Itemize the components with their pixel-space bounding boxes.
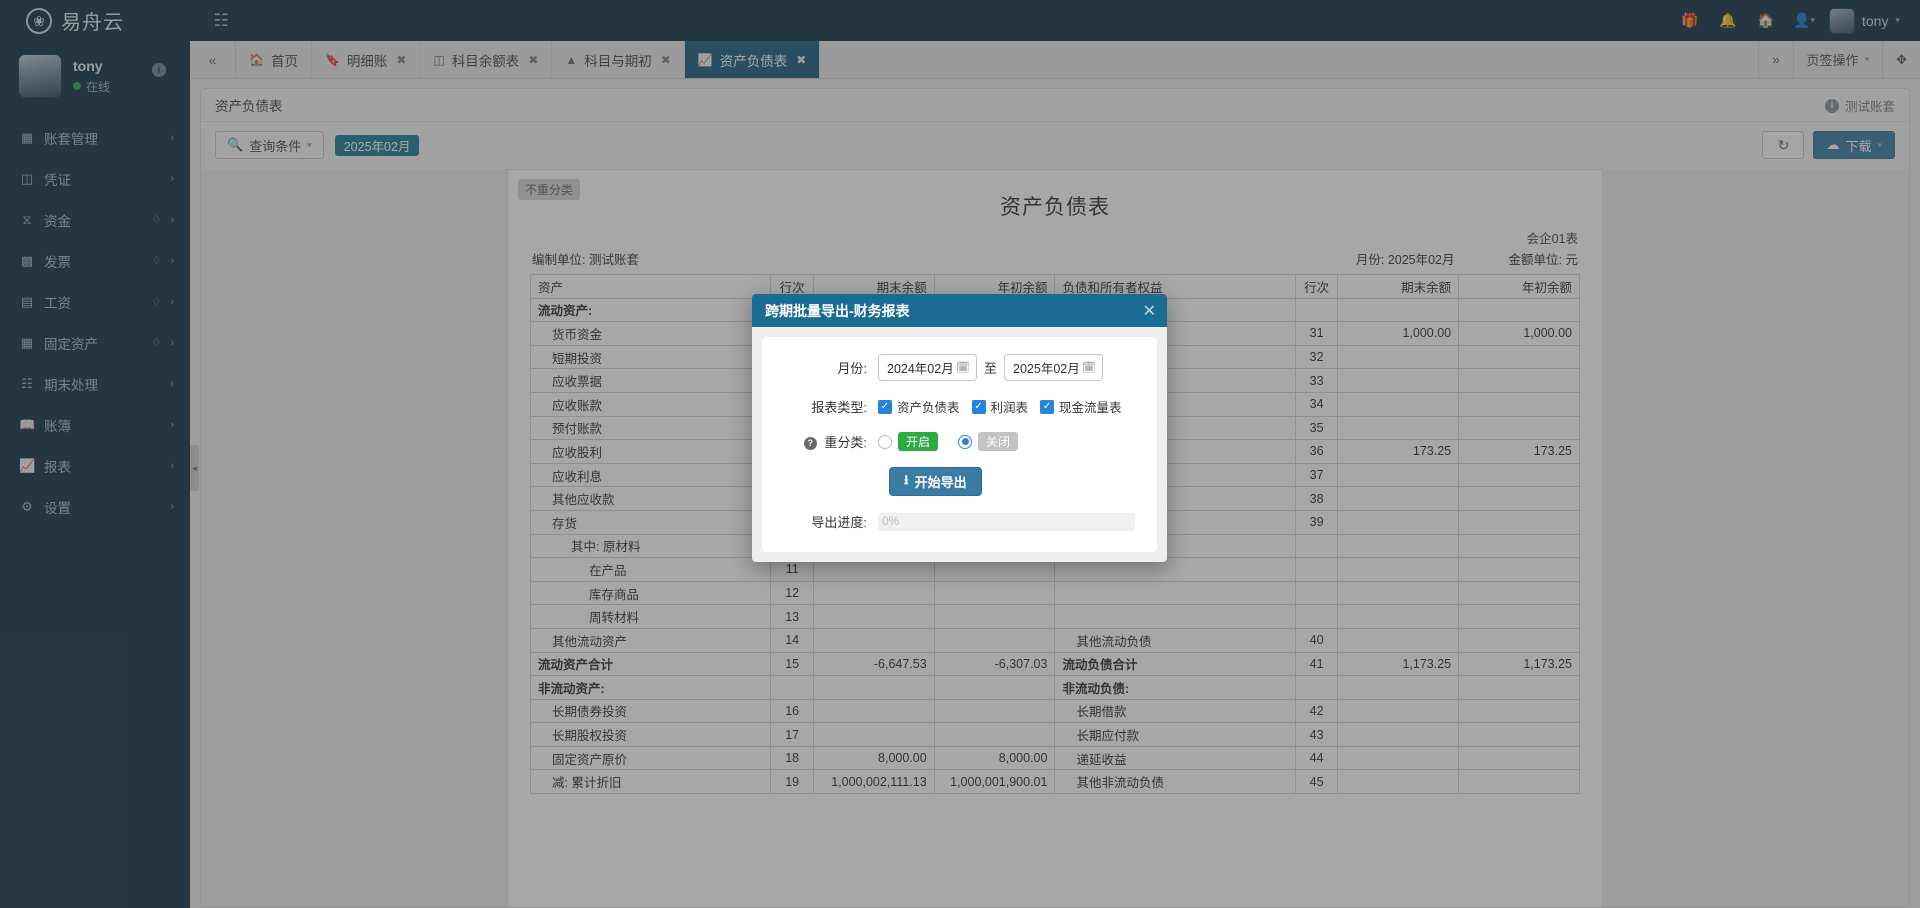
reclass-label: ? 重分类: (776, 432, 878, 451)
radio-circle-icon (958, 434, 973, 449)
report-type-label: 报表类型: (811, 400, 867, 415)
check-icon: ✓ (971, 399, 986, 414)
calendar-icon: 🗓 (1082, 362, 1097, 374)
radio-circle-icon (878, 434, 892, 449)
dialog-body: 月份: 2024年02月 🗓 至 2025年02月 🗓 报表类型: ✓ 资产负债… (762, 337, 1157, 552)
report-type-group: ✓ 资产负债表 ✓ 利润表 ✓ 现金流量表 (878, 397, 1122, 416)
check-icon: ✓ (1040, 399, 1055, 414)
checkbox-label: 利润表 (990, 401, 1029, 415)
month-to-input[interactable]: 2025年02月 🗓 (1004, 354, 1104, 381)
reclass-radio-group: 开启 关闭 (878, 432, 1019, 451)
start-export-button[interactable]: ⭳ 开始导出 (889, 467, 982, 496)
checkbox-income-statement[interactable]: ✓ 利润表 (971, 397, 1029, 416)
reclass-row: ? 重分类: 开启 关闭 (776, 432, 1143, 451)
start-export-label: 开始导出 (914, 475, 967, 490)
calendar-icon: 🗓 (956, 362, 970, 374)
month-from-input[interactable]: 2024年02月 🗓 (878, 354, 977, 381)
export-progress-bar: 0% (878, 512, 1135, 531)
dialog-title: 跨期批量导出-财务报表 (765, 302, 910, 319)
radio-reclass-off[interactable]: 关闭 (958, 432, 1019, 451)
range-separator: 至 (984, 361, 998, 376)
checkbox-label: 资产负债表 (897, 401, 960, 415)
month-to-value: 2025年02月 (1013, 362, 1080, 376)
checkbox-cash-flow[interactable]: ✓ 现金流量表 (1040, 397, 1122, 416)
checkbox-balance-sheet[interactable]: ✓ 资产负债表 (878, 397, 960, 416)
progress-label: 导出进度: (811, 515, 867, 530)
radio-label-off: 关闭 (978, 432, 1019, 451)
month-label: 月份: (837, 361, 867, 376)
export-progress-text: 0% (882, 513, 900, 528)
month-from-value: 2024年02月 (887, 362, 954, 376)
check-icon: ✓ (878, 399, 892, 414)
radio-label-on: 开启 (898, 432, 939, 451)
help-icon[interactable]: ? (803, 436, 817, 450)
report-type-row: 报表类型: ✓ 资产负债表 ✓ 利润表 ✓ 现金流量表 (776, 397, 1143, 416)
checkbox-label: 现金流量表 (1059, 401, 1122, 415)
download-icon: ⭳ (904, 471, 909, 487)
progress-row: 导出进度: 0% (776, 512, 1143, 531)
month-range-row: 月份: 2024年02月 🗓 至 2025年02月 🗓 (776, 354, 1143, 381)
batch-export-dialog: 跨期批量导出-财务报表 ✕ 月份: 2024年02月 🗓 至 2025年02月 … (752, 294, 1167, 562)
app-root: ❀ 易舟云 ☷ 🎁 🔔 🏠 👤 ▾ tony ▾ tony 在线 i ▦ 账套管… (0, 0, 1920, 908)
radio-reclass-on[interactable]: 开启 (878, 432, 939, 451)
reclass-label-text: 重分类: (824, 435, 867, 450)
close-icon[interactable]: ✕ (1143, 294, 1156, 327)
dialog-header: 跨期批量导出-财务报表 ✕ (752, 294, 1167, 327)
export-action-row: ⭳ 开始导出 (776, 467, 1143, 496)
